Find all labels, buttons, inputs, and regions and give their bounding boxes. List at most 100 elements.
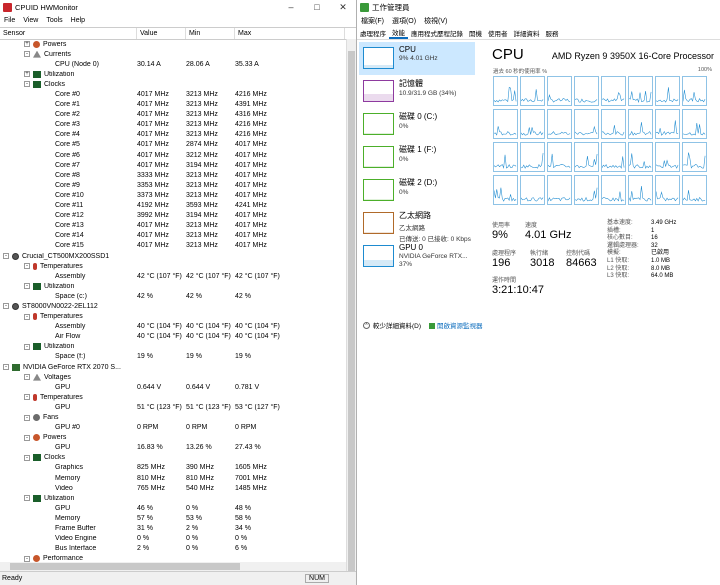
sensor-row[interactable]: Video 765 MHz 540 MHz 1485 MHz — [0, 483, 346, 493]
sensor-row[interactable]: Memory 810 MHz 810 MHz 7001 MHz — [0, 473, 346, 483]
collapse-icon[interactable]: - — [24, 81, 30, 88]
category-node[interactable]: - Temperatures — [0, 392, 346, 402]
sensor-row[interactable]: Space (f:) 19 % 19 % 19 % — [0, 352, 346, 362]
menu-file[interactable]: File — [4, 17, 15, 24]
minimize-icon[interactable]: – — [278, 2, 304, 12]
category-node[interactable]: - Utilization — [0, 342, 346, 352]
sensor-row[interactable]: Core #6 4017 MHz 3212 MHz 4017 MHz — [0, 150, 346, 160]
sensor-row[interactable]: GPU 16.83 % 13.26 % 27.43 % — [0, 443, 346, 453]
sensor-row[interactable]: Core #14 4017 MHz 3213 MHz 4017 MHz — [0, 231, 346, 241]
tab-2[interactable]: 應用程式歷程記錄 — [408, 28, 466, 38]
sensor-row[interactable]: GPU 51 °C (123 °F) 51 °C (123 °F) 53 °C (12… — [0, 402, 346, 412]
sensor-row[interactable]: Core #5 4017 MHz 2874 MHz 4017 MHz — [0, 140, 346, 150]
column-sensor[interactable]: Sensor — [0, 28, 137, 39]
sensor-row[interactable]: Core #7 4017 MHz 3194 MHz 4017 MHz — [0, 160, 346, 170]
category-node[interactable]: - Currents — [0, 49, 346, 59]
sensor-row[interactable]: Video Engine 0 % 0 % 0 % — [0, 534, 346, 544]
category-node[interactable]: - Clocks — [0, 79, 346, 89]
collapse-icon[interactable]: - — [24, 394, 30, 401]
device-node[interactable]: - ST8000VN0022-2EL112 — [0, 301, 346, 311]
category-node[interactable]: - Powers — [0, 433, 346, 443]
device-node[interactable]: - Crucial_CT500MX200SSD1 — [0, 251, 346, 261]
tab-4[interactable]: 使用者 — [485, 28, 511, 38]
vertical-scrollbar[interactable] — [346, 39, 356, 572]
collapse-icon[interactable]: - — [24, 263, 30, 270]
sensor-row[interactable]: Memory 57 % 53 % 58 % — [0, 513, 346, 523]
sensor-row[interactable]: Bus Interface 2 % 0 % 6 % — [0, 544, 346, 554]
category-node[interactable]: - Temperatures — [0, 261, 346, 271]
category-node[interactable]: - Temperatures — [0, 312, 346, 322]
collapse-icon[interactable]: - — [3, 253, 9, 260]
sensor-row[interactable]: Core #9 3353 MHz 3213 MHz 4017 MHz — [0, 180, 346, 190]
category-node[interactable]: - Utilization — [0, 493, 346, 503]
sensor-row[interactable]: Core #10 3373 MHz 3213 MHz 4017 MHz — [0, 190, 346, 200]
menu-view[interactable]: View — [23, 17, 38, 24]
sensor-row[interactable]: Core #2 4017 MHz 3213 MHz 4316 MHz — [0, 110, 346, 120]
collapse-icon[interactable]: - — [24, 454, 30, 461]
sensor-row[interactable]: Core #0 4017 MHz 3213 MHz 4216 MHz — [0, 89, 346, 99]
horizontal-scrollbar[interactable] — [0, 562, 346, 571]
tab-6[interactable]: 服務 — [543, 28, 562, 38]
sensor-row[interactable]: Core #12 3992 MHz 3194 MHz 4017 MHz — [0, 211, 346, 221]
sensor-row[interactable]: Air Flow 40 °C (104 °F) 40 °C (104 °F) 40 °… — [0, 332, 346, 342]
collapse-icon[interactable]: - — [24, 283, 30, 290]
sidebar-item-ethernet[interactable]: 乙太網路 乙太網路 已傳送: 0 已接收: 0 Kbps — [359, 207, 475, 243]
menu-view[interactable]: 檢視(V) — [424, 16, 447, 26]
sidebar-item-disk-2[interactable]: 磁碟 2 (D:) 0% — [359, 174, 475, 207]
collapse-icon[interactable]: - — [24, 555, 30, 562]
sensor-row[interactable]: Core #3 4017 MHz 3213 MHz 4216 MHz — [0, 120, 346, 130]
expand-icon[interactable]: + — [24, 71, 30, 78]
scroll-thumb[interactable] — [10, 563, 240, 570]
collapse-icon[interactable]: - — [24, 434, 30, 441]
fewer-details-link[interactable]: 較少詳細資料(D) — [373, 320, 421, 330]
category-node[interactable]: + Powers — [0, 39, 346, 49]
sensor-row[interactable]: Core #11 4192 MHz 3593 MHz 4241 MHz — [0, 201, 346, 211]
sensor-row[interactable]: GPU 0.644 V 0.644 V 0.781 V — [0, 382, 346, 392]
sensor-row[interactable]: Space (c:) 42 % 42 % 42 % — [0, 291, 346, 301]
collapse-icon[interactable]: - — [24, 374, 30, 381]
scroll-thumb[interactable] — [348, 51, 355, 571]
category-node[interactable]: - Fans — [0, 412, 346, 422]
sensor-row[interactable]: Frame Buffer 31 % 2 % 34 % — [0, 524, 346, 534]
collapse-icon[interactable]: - — [3, 303, 9, 310]
tab-3[interactable]: 開機 — [466, 28, 485, 38]
sensor-row[interactable]: Assembly 42 °C (107 °F) 42 °C (107 °F) 42 °… — [0, 271, 346, 281]
device-node[interactable]: - NVIDIA GeForce RTX 2070 S... — [0, 362, 346, 372]
menu-file[interactable]: 檔案(F) — [361, 16, 384, 26]
tab-0[interactable]: 處理程序 — [357, 28, 389, 38]
collapse-icon[interactable]: - — [24, 414, 30, 421]
column-value[interactable]: Value — [137, 28, 186, 39]
sensor-row[interactable]: GPU #0 0 RPM 0 RPM 0 RPM — [0, 423, 346, 433]
category-node[interactable]: - Voltages — [0, 372, 346, 382]
tab-5[interactable]: 詳細資料 — [511, 28, 543, 38]
sensor-row[interactable]: Core #1 4017 MHz 3213 MHz 4391 MHz — [0, 100, 346, 110]
sensor-row[interactable]: Core #8 3333 MHz 3213 MHz 4017 MHz — [0, 170, 346, 180]
column-max[interactable]: Max — [235, 28, 345, 39]
sensor-row[interactable]: Core #4 4017 MHz 3213 MHz 4216 MHz — [0, 130, 346, 140]
collapse-icon[interactable]: - — [24, 343, 30, 350]
menu-help[interactable]: Help — [71, 17, 85, 24]
collapse-icon[interactable]: - — [24, 51, 30, 58]
close-icon[interactable]: ✕ — [330, 2, 356, 13]
sensor-row[interactable]: Core #15 4017 MHz 3213 MHz 4017 MHz — [0, 241, 346, 251]
sidebar-item-memory[interactable]: 記憶體 10.9/31.9 GB (34%) — [359, 75, 475, 108]
sidebar-item-disk-0[interactable]: 磁碟 0 (C:) 0% — [359, 108, 475, 141]
menu-options[interactable]: 選項(O) — [392, 16, 416, 26]
maximize-icon[interactable]: □ — [304, 2, 330, 12]
expand-icon[interactable]: + — [24, 41, 30, 48]
sensor-row[interactable]: Assembly 40 °C (104 °F) 40 °C (104 °F) 40 °… — [0, 322, 346, 332]
chevron-up-icon[interactable]: ⌃ — [363, 321, 370, 329]
sensor-row[interactable]: Graphics 825 MHz 390 MHz 1605 MHz — [0, 463, 346, 473]
tab-1[interactable]: 效能 — [389, 27, 408, 39]
category-node[interactable]: + Utilization — [0, 69, 346, 79]
sidebar-item-cpu[interactable]: CPU 9% 4.01 GHz — [359, 42, 475, 75]
category-node[interactable]: - Clocks — [0, 453, 346, 463]
open-resource-monitor-link[interactable]: 開啟資源監視器 — [429, 320, 483, 330]
menu-tools[interactable]: Tools — [46, 17, 62, 24]
collapse-icon[interactable]: - — [24, 495, 30, 502]
column-min[interactable]: Min — [186, 28, 235, 39]
sidebar-item-gpu-0[interactable]: GPU 0 NVIDIA GeForce RTX... 37% — [359, 240, 475, 273]
collapse-icon[interactable]: - — [3, 364, 9, 371]
sidebar-item-disk-1[interactable]: 磁碟 1 (F:) 0% — [359, 141, 475, 174]
collapse-icon[interactable]: - — [24, 313, 30, 320]
